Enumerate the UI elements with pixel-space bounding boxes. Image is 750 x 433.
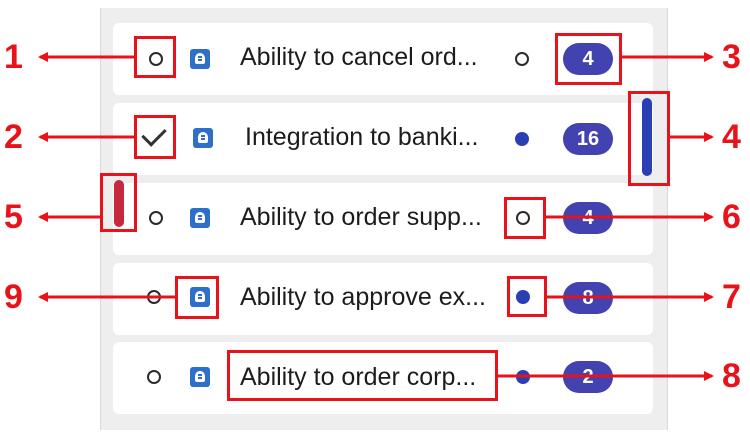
callout-number-3: 3 — [722, 38, 741, 76]
callout-number-9: 9 — [4, 278, 23, 316]
callout-number-2: 2 — [4, 118, 23, 156]
callout-number-6: 6 — [722, 198, 741, 236]
callout-number-8: 8 — [722, 357, 741, 395]
callout-number-1: 1 — [4, 38, 23, 76]
callout-number-7: 7 — [722, 278, 741, 316]
callout-number-4: 4 — [722, 118, 741, 156]
callout-number-5: 5 — [4, 198, 23, 236]
callout-arrows — [38, 52, 714, 381]
